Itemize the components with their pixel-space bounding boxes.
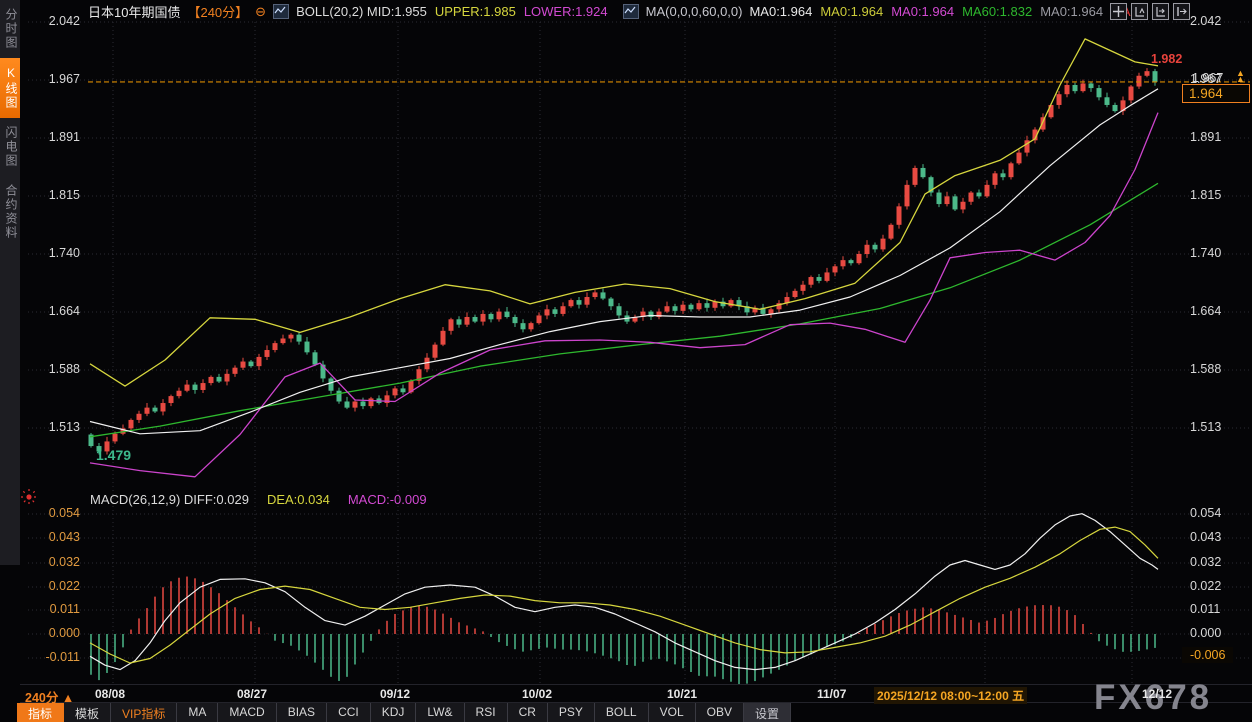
macd-label-left-6: -0.011 <box>34 650 80 664</box>
boll-value-2: LOWER:1.924 <box>524 4 608 19</box>
axis-price-label: 1.967 <box>1192 71 1223 85</box>
crosshair-move-icon[interactable] <box>1110 3 1127 20</box>
toolbar-button-设置[interactable]: 设置 <box>744 703 791 722</box>
macd-label-left-3: 0.022 <box>34 579 80 593</box>
ma-values: MA0:1.964 MA0:1.964 MA0:1.964 MA60:1.832 MA0… <box>749 4 1138 19</box>
collapse-icon[interactable]: ⊖ <box>255 5 266 18</box>
y-axis-zoom-icon[interactable] <box>1131 3 1148 20</box>
recent-low-label: 1.479 <box>96 447 131 463</box>
x-axis-zoom-icon[interactable] <box>1152 3 1169 20</box>
x-axis-date-5: 11/07 <box>817 687 846 701</box>
scroll-to-latest-icon[interactable]: ▲▲ <box>1236 70 1245 82</box>
price-label-left-5: 1.664 <box>34 304 80 318</box>
x-axis-date-0: 08/08 <box>95 687 125 701</box>
toolbar-button-CCI[interactable]: CCI <box>327 703 371 722</box>
price-label-left-7: 1.513 <box>34 420 80 434</box>
price-label-right-7: 1.513 <box>1190 420 1221 434</box>
price-label-right-0: 2.042 <box>1190 14 1221 28</box>
candlestick-macd-chart[interactable] <box>0 0 1252 722</box>
price-label-left-2: 1.891 <box>34 130 80 144</box>
toolbar-button-MACD[interactable]: MACD <box>218 703 276 722</box>
sidebar-item-2[interactable]: 闪电图 <box>0 118 20 176</box>
ma-value-3: MA60:1.832 <box>962 4 1032 19</box>
alert-icon[interactable] <box>20 488 38 511</box>
ma-params: MA(0,0,0,60,0,0) <box>646 4 743 19</box>
toolbar-button-BIAS[interactable]: BIAS <box>277 703 327 722</box>
price-label-right-2: 1.891 <box>1190 130 1221 144</box>
macd-value-tag: -0.006 <box>1182 647 1233 663</box>
ma-value-4: MA0:1.964 <box>1040 4 1103 19</box>
chart-header: 日本10年期国债 【240分】 ⊖ BOLL(20,2) MID:1.955 UP… <box>88 2 1139 20</box>
sidebar-item-0[interactable]: 分时图 <box>0 0 20 58</box>
price-label-right-3: 1.815 <box>1190 188 1221 202</box>
price-label-left-0: 2.042 <box>34 14 80 28</box>
toolbar-button-VOL[interactable]: VOL <box>649 703 696 722</box>
ma-value-0: MA0:1.964 <box>749 4 812 19</box>
boll-value-1: UPPER:1.985 <box>435 4 516 19</box>
trading-app-window: 分时图K线图闪电图合约资料 日本10年期国债 【240分】 ⊖ BOLL(20,… <box>0 0 1252 722</box>
toolbar-button-CR[interactable]: CR <box>508 703 548 722</box>
left-sidebar: 分时图K线图闪电图合约资料 <box>0 0 20 565</box>
boll-values: BOLL(20,2) MID:1.955 UPPER:1.985 LOWER:1.9… <box>296 4 616 19</box>
pane-toggle-icon[interactable] <box>1173 3 1190 20</box>
price-label-left-3: 1.815 <box>34 188 80 202</box>
macd-label-left-0: 0.054 <box>34 506 80 520</box>
price-label-right-4: 1.740 <box>1190 246 1221 260</box>
macd-label-right-1: 0.043 <box>1190 530 1221 544</box>
toolbar-button-VIP指标[interactable]: VIP指标 <box>111 703 177 722</box>
toolbar-button-BOLL[interactable]: BOLL <box>595 703 649 722</box>
last-price-tag: 1.964 <box>1182 84 1250 103</box>
toolbar-button-OBV[interactable]: OBV <box>696 703 744 722</box>
price-label-left-4: 1.740 <box>34 246 80 260</box>
ma-value-2: MA0:1.964 <box>891 4 954 19</box>
chart-toolbar-icons <box>1110 3 1190 20</box>
toolbar-button-LW&[interactable]: LW& <box>416 703 464 722</box>
instrument-title: 日本10年期国债 <box>88 2 180 21</box>
macd-header-value-1: DEA:0.034 <box>267 492 330 507</box>
indicator-toolbar: 指标模板VIP指标MAMACDBIASCCIKDJLW&RSICRPSYBOLL… <box>17 703 791 722</box>
sidebar-item-1[interactable]: K线图 <box>0 58 20 118</box>
sidebar-item-3[interactable]: 合约资料 <box>0 176 20 248</box>
x-axis-date-3: 10/02 <box>522 687 552 701</box>
macd-header-value-0: MACD(26,12,9) DIFF:0.029 <box>90 492 249 507</box>
toolbar-button-MA[interactable]: MA <box>177 703 218 722</box>
macd-label-left-5: 0.000 <box>34 626 80 640</box>
last-date-label: 12/12 <box>1142 687 1172 701</box>
toolbar-button-PSY[interactable]: PSY <box>548 703 595 722</box>
boll-indicator-icon[interactable] <box>273 4 289 19</box>
ma-indicator-icon[interactable] <box>623 4 639 19</box>
macd-label-right-2: 0.032 <box>1190 555 1221 569</box>
macd-label-left-2: 0.032 <box>34 555 80 569</box>
toolbar-button-模板[interactable]: 模板 <box>64 703 111 722</box>
boll-value-0: BOLL(20,2) MID:1.955 <box>296 4 427 19</box>
price-label-right-6: 1.588 <box>1190 362 1221 376</box>
macd-label-right-4: 0.011 <box>1190 602 1220 616</box>
recent-high-label: 1.982 <box>1151 52 1182 66</box>
price-label-left-1: 1.967 <box>34 72 80 86</box>
x-axis-date-1: 08/27 <box>237 687 267 701</box>
session-timestamp: 2025/12/12 08:00~12:00 五 <box>874 687 1027 704</box>
macd-header-value-2: MACD:-0.009 <box>348 492 427 507</box>
macd-label-right-0: 0.054 <box>1190 506 1221 520</box>
macd-header: MACD(26,12,9) DIFF:0.029 DEA:0.034 MACD:-0… <box>90 492 435 507</box>
macd-label-right-3: 0.022 <box>1190 579 1221 593</box>
price-label-left-6: 1.588 <box>34 362 80 376</box>
x-axis-date-2: 09/12 <box>380 687 410 701</box>
macd-label-right-5: 0.000 <box>1190 626 1221 640</box>
timeframe-label[interactable]: 【240分】 <box>187 2 248 21</box>
toolbar-button-KDJ[interactable]: KDJ <box>371 703 417 722</box>
x-axis-date-4: 10/21 <box>667 687 697 701</box>
macd-label-left-4: 0.011 <box>34 602 80 616</box>
toolbar-button-指标[interactable]: 指标 <box>17 703 64 722</box>
price-label-right-5: 1.664 <box>1190 304 1221 318</box>
toolbar-button-RSI[interactable]: RSI <box>465 703 508 722</box>
macd-label-left-1: 0.043 <box>34 530 80 544</box>
ma-value-1: MA0:1.964 <box>820 4 883 19</box>
